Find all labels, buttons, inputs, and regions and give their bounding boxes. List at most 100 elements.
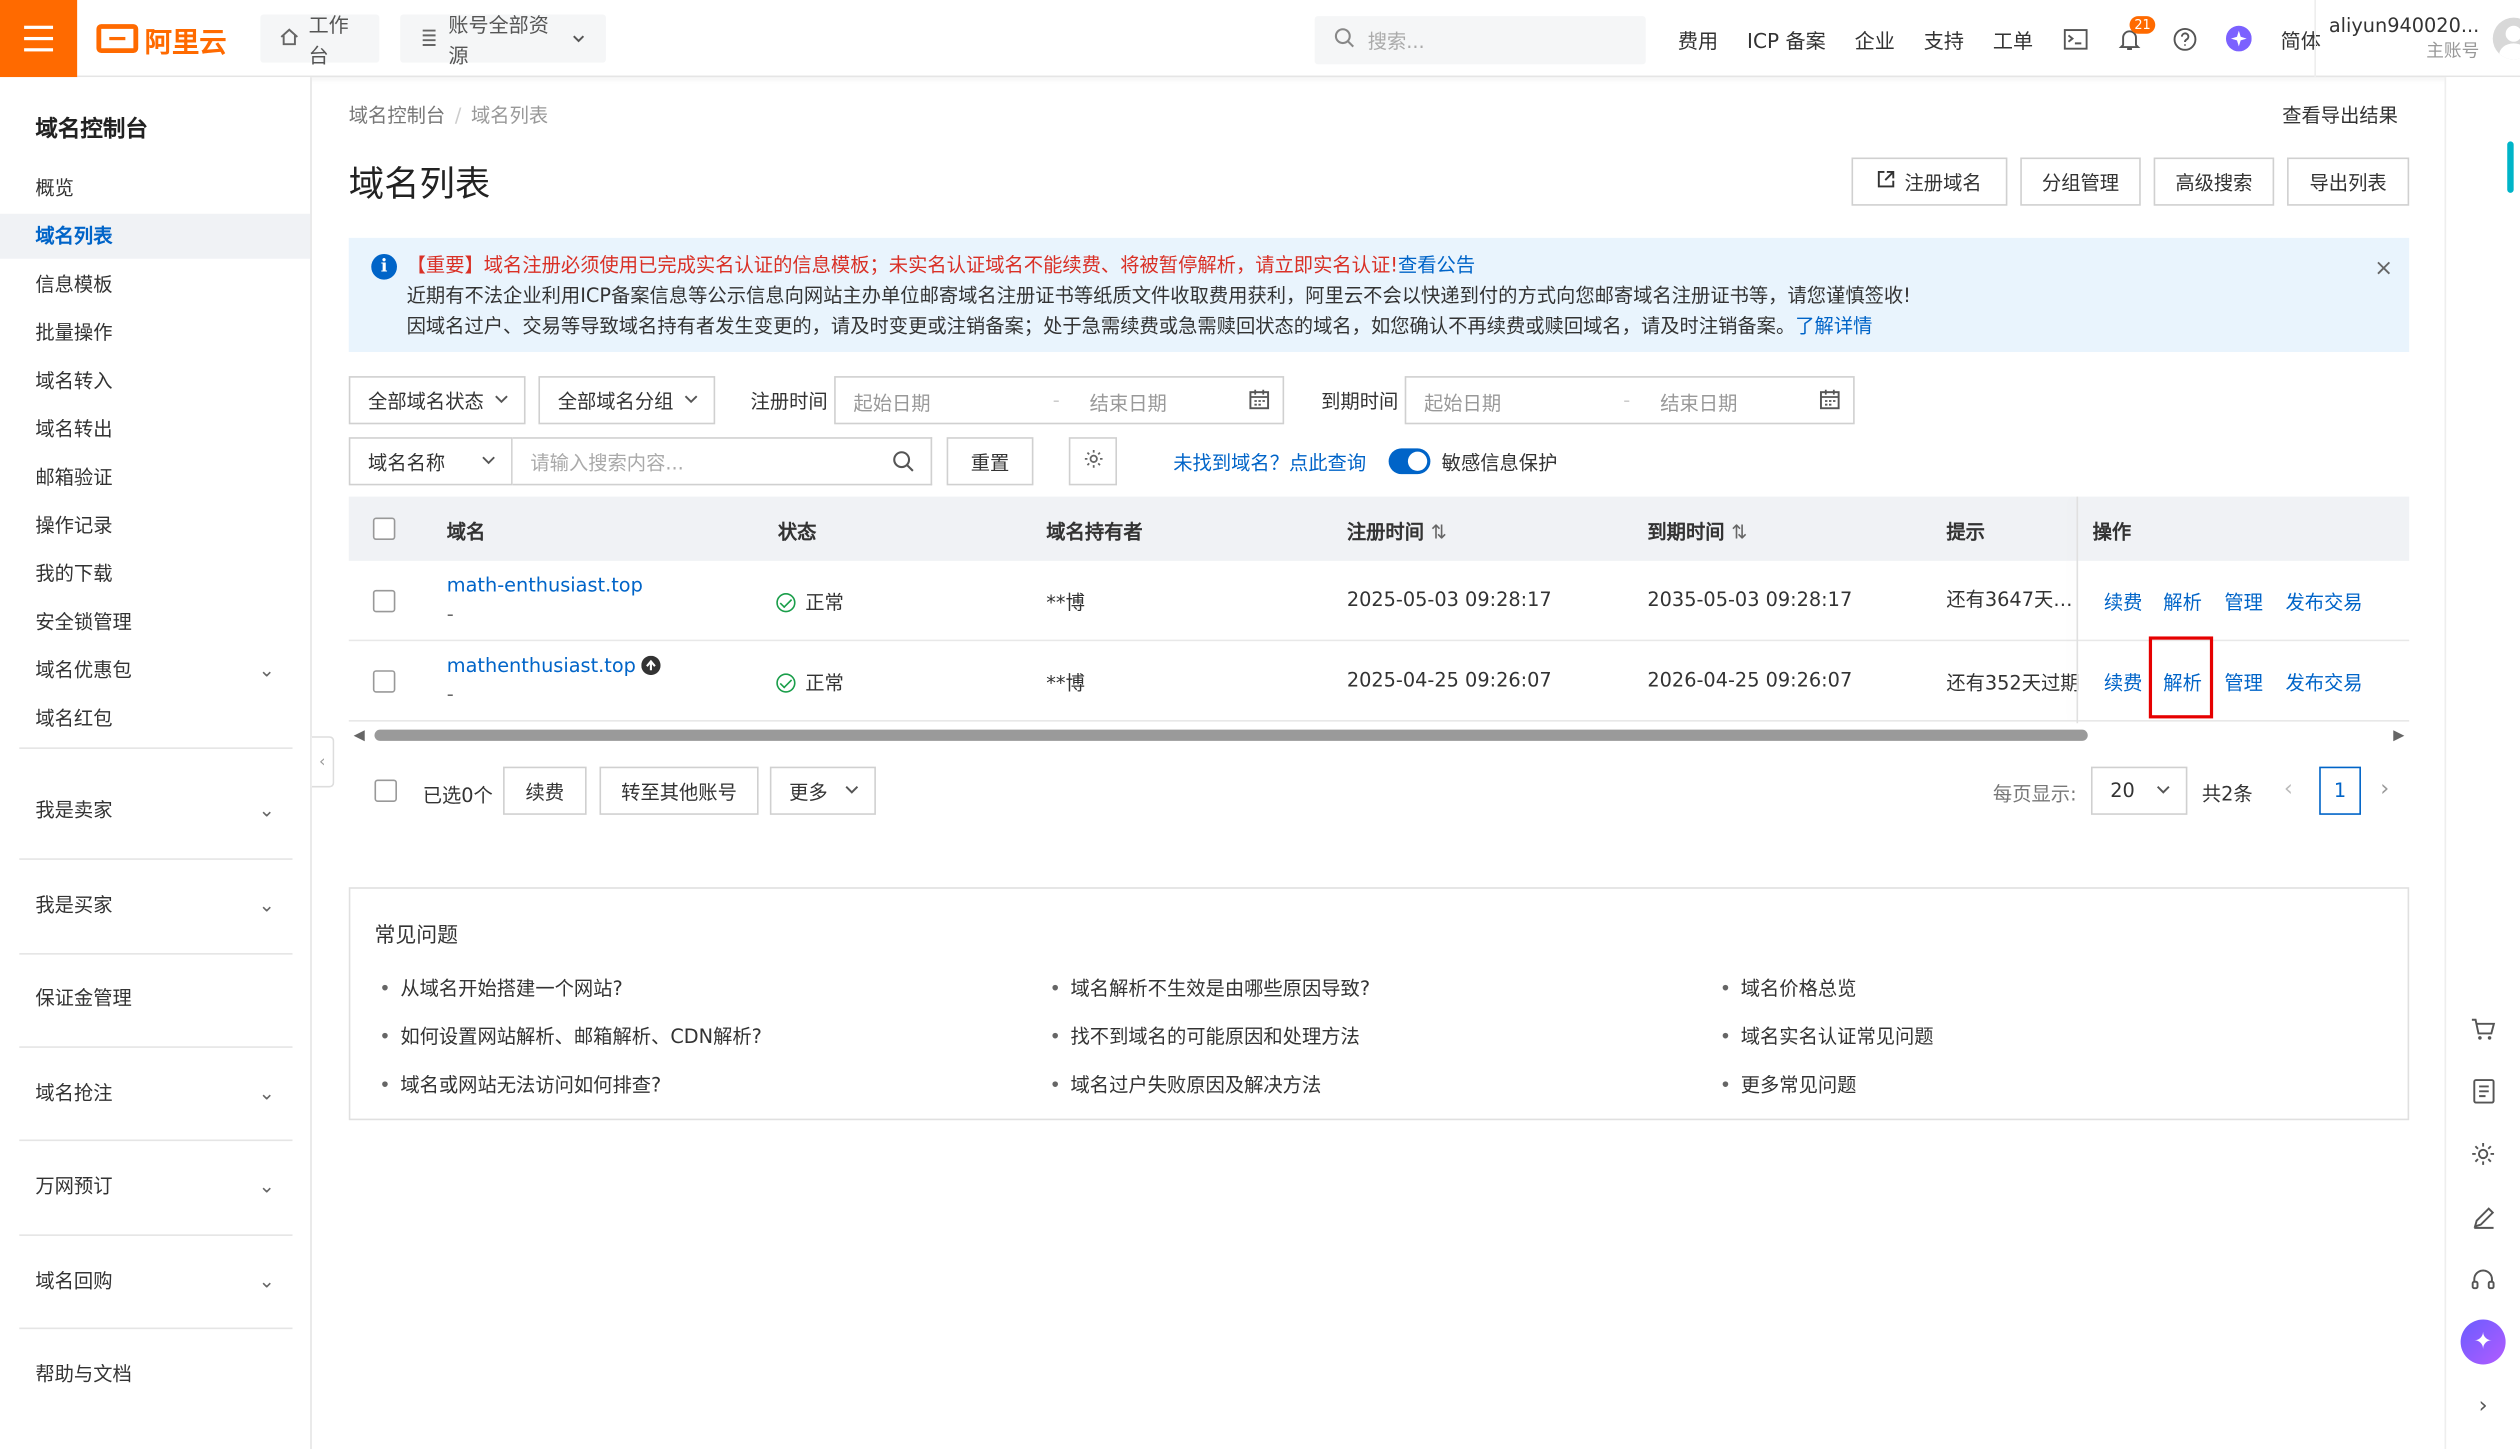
transfer-account-button[interactable]: 转至其他账号 <box>599 766 759 815</box>
batch-renew-button[interactable]: 续费 <box>503 766 587 815</box>
reg-date-range-picker[interactable]: 起始日期 - 结束日期 <box>834 376 1285 425</box>
sidebar-item-batch[interactable]: 批量操作 <box>0 310 310 355</box>
account-menu[interactable]: aliyun940020... 主账号 <box>2314 0 2520 78</box>
faq-link[interactable]: 更多常见问题 <box>1720 1070 1857 1097</box>
sidebar-group-help[interactable]: 帮助与文档 <box>0 1352 310 1397</box>
faq-link[interactable]: 域名价格总览 <box>1720 974 1857 1001</box>
sidebar-group-buyback[interactable]: 域名回购 ⌄ <box>0 1258 310 1303</box>
sidebar-item-overview[interactable]: 概览 <box>0 166 310 211</box>
faq-link[interactable]: 域名实名认证常见问题 <box>1720 1022 1934 1049</box>
workbench-button[interactable]: 工作台 <box>260 13 380 68</box>
faq-link[interactable]: 从域名开始搭建一个网站? <box>379 974 622 1001</box>
select-all-checkbox[interactable] <box>372 517 396 541</box>
nav-support[interactable]: 支持 <box>1924 23 1964 54</box>
notice-details-link[interactable]: 了解详情 <box>1795 315 1872 338</box>
advanced-search-button[interactable]: 高级搜索 <box>2153 157 2275 206</box>
export-list-button[interactable]: 导出列表 <box>2287 157 2410 206</box>
trade-link[interactable]: 发布交易 <box>2285 588 2362 615</box>
sidebar-group-snapup[interactable]: 域名抢注 ⌄ <box>0 1070 310 1115</box>
sidebar-item-email-verify[interactable]: 邮箱验证 <box>0 455 310 500</box>
row-checkbox[interactable] <box>372 589 396 613</box>
global-search-input[interactable]: 搜索... <box>1314 16 1646 65</box>
manage-link[interactable]: 管理 <box>2224 669 2263 696</box>
document-icon[interactable] <box>2467 1075 2499 1107</box>
notice-announcement-link[interactable]: 查看公告 <box>1398 254 1475 277</box>
exp-start-date[interactable]: 起始日期 <box>1424 389 1501 416</box>
gear-icon[interactable] <box>2467 1138 2499 1170</box>
nav-billing[interactable]: 费用 <box>1678 23 1718 54</box>
search-icon[interactable] <box>892 450 915 477</box>
resource-selector[interactable]: 账号全部资源 <box>400 13 606 68</box>
exp-end-date[interactable]: 结束日期 <box>1660 389 1737 416</box>
sidebar-item-templates[interactable]: 信息模板 <box>0 262 310 307</box>
edit-icon[interactable] <box>2467 1201 2499 1233</box>
nav-ticket[interactable]: 工单 <box>1993 23 2033 54</box>
avatar[interactable] <box>2492 17 2520 60</box>
select-all-checkbox-bottom[interactable] <box>374 779 397 802</box>
sidebar-group-reserve[interactable]: 万网预订 ⌄ <box>0 1164 310 1209</box>
reset-button[interactable]: 重置 <box>946 437 1034 486</box>
renew-link[interactable]: 续费 <box>2104 669 2143 696</box>
cart-icon[interactable] <box>2467 1013 2499 1045</box>
aliyun-logo[interactable]: 阿里云 <box>96 23 227 59</box>
faq-link[interactable]: 域名解析不生效是由哪些原因导致? <box>1050 974 1371 1001</box>
domain-search-input[interactable]: 请输入搜索内容... <box>512 437 933 486</box>
domain-lookup-link[interactable]: 未找到域名？点此查询 <box>1173 448 1366 475</box>
scrollbar-thumb[interactable] <box>374 729 2088 741</box>
dns-link[interactable]: 解析 <box>2163 588 2202 615</box>
menu-icon[interactable] <box>0 0 78 78</box>
sort-icon[interactable]: ⇅ <box>1731 521 1747 544</box>
nav-icp[interactable]: ICP 备案 <box>1747 23 1826 54</box>
sidebar-item-security-lock[interactable]: 安全锁管理 <box>0 599 310 644</box>
sidebar-item-domain-list[interactable]: 域名列表 <box>0 213 311 259</box>
sort-icon[interactable]: ⇅ <box>1431 521 1447 544</box>
reg-end-date[interactable]: 结束日期 <box>1090 389 1167 416</box>
export-results-link[interactable]: 查看导出结果 <box>2282 101 2398 128</box>
register-domain-button[interactable]: 注册域名 <box>1851 157 2008 206</box>
horizontal-scrollbar[interactable]: ◀ ▶ <box>349 725 2409 744</box>
faq-link[interactable]: 找不到域名的可能原因和处理方法 <box>1050 1022 1360 1049</box>
sidebar-item-transfer-in[interactable]: 域名转入 <box>0 358 310 403</box>
sidebar-item-red-packet[interactable]: 域名红包 <box>0 696 310 741</box>
col-exp-time[interactable]: 到期时间 ⇅ <box>1647 518 1747 545</box>
group-manage-button[interactable]: 分组管理 <box>2020 157 2141 206</box>
trade-link[interactable]: 发布交易 <box>2285 669 2362 696</box>
domain-link[interactable]: mathenthusiast.top <box>447 654 662 680</box>
status-filter-select[interactable]: 全部域名状态 <box>348 376 526 425</box>
sidebar-collapse-handle[interactable]: ‹ <box>311 736 335 788</box>
scroll-right-icon[interactable]: ▶ <box>2393 728 2404 744</box>
page-scrollbar[interactable] <box>2507 141 2514 193</box>
column-settings-button[interactable] <box>1068 437 1118 486</box>
page-number-button[interactable]: 1 <box>2319 766 2361 815</box>
terminal-icon[interactable] <box>2062 26 2088 52</box>
manage-link[interactable]: 管理 <box>2224 588 2263 615</box>
sidebar-item-logs[interactable]: 操作记录 <box>0 503 310 548</box>
close-icon[interactable]: × <box>2374 254 2393 285</box>
ai-assistant-icon[interactable]: ✦ <box>2460 1319 2506 1365</box>
privacy-toggle[interactable] <box>1388 448 1431 475</box>
row-checkbox[interactable] <box>372 670 396 693</box>
faq-link[interactable]: 如何设置网站解析、邮箱解析、CDN解析? <box>379 1022 762 1049</box>
sidebar-group-seller[interactable]: 我是卖家 ⌄ <box>0 788 310 833</box>
group-filter-select[interactable]: 全部域名分组 <box>538 376 716 425</box>
help-icon[interactable] <box>2171 26 2197 52</box>
breadcrumb-root[interactable]: 域名控制台 <box>349 104 445 127</box>
sidebar-item-downloads[interactable]: 我的下载 <box>0 551 310 596</box>
domain-link[interactable]: math-enthusiast.top <box>447 574 643 597</box>
next-page-icon[interactable]: › <box>2380 776 2389 802</box>
headset-icon[interactable] <box>2467 1263 2499 1295</box>
scroll-left-icon[interactable]: ◀ <box>354 728 365 744</box>
sidebar-item-transfer-out[interactable]: 域名转出 <box>0 407 310 452</box>
exp-date-range-picker[interactable]: 起始日期 - 结束日期 <box>1404 376 1855 425</box>
chevron-right-icon[interactable]: › <box>2467 1390 2499 1422</box>
sidebar-item-discount-pack[interactable]: 域名优惠包 ⌄ <box>0 648 310 693</box>
prev-page-icon[interactable]: ‹ <box>2284 776 2293 802</box>
renew-link[interactable]: 续费 <box>2104 588 2143 615</box>
col-reg-time[interactable]: 注册时间 ⇅ <box>1347 518 1447 545</box>
reg-start-date[interactable]: 起始日期 <box>853 389 930 416</box>
sidebar-group-buyer[interactable]: 我是买家 ⌄ <box>0 882 310 927</box>
page-size-select[interactable]: 20 <box>2090 766 2188 815</box>
ai-assistant-icon[interactable] <box>2225 25 2252 52</box>
more-actions-select[interactable]: 更多 <box>769 766 876 815</box>
faq-link[interactable]: 域名过户失败原因及解决方法 <box>1050 1070 1322 1097</box>
